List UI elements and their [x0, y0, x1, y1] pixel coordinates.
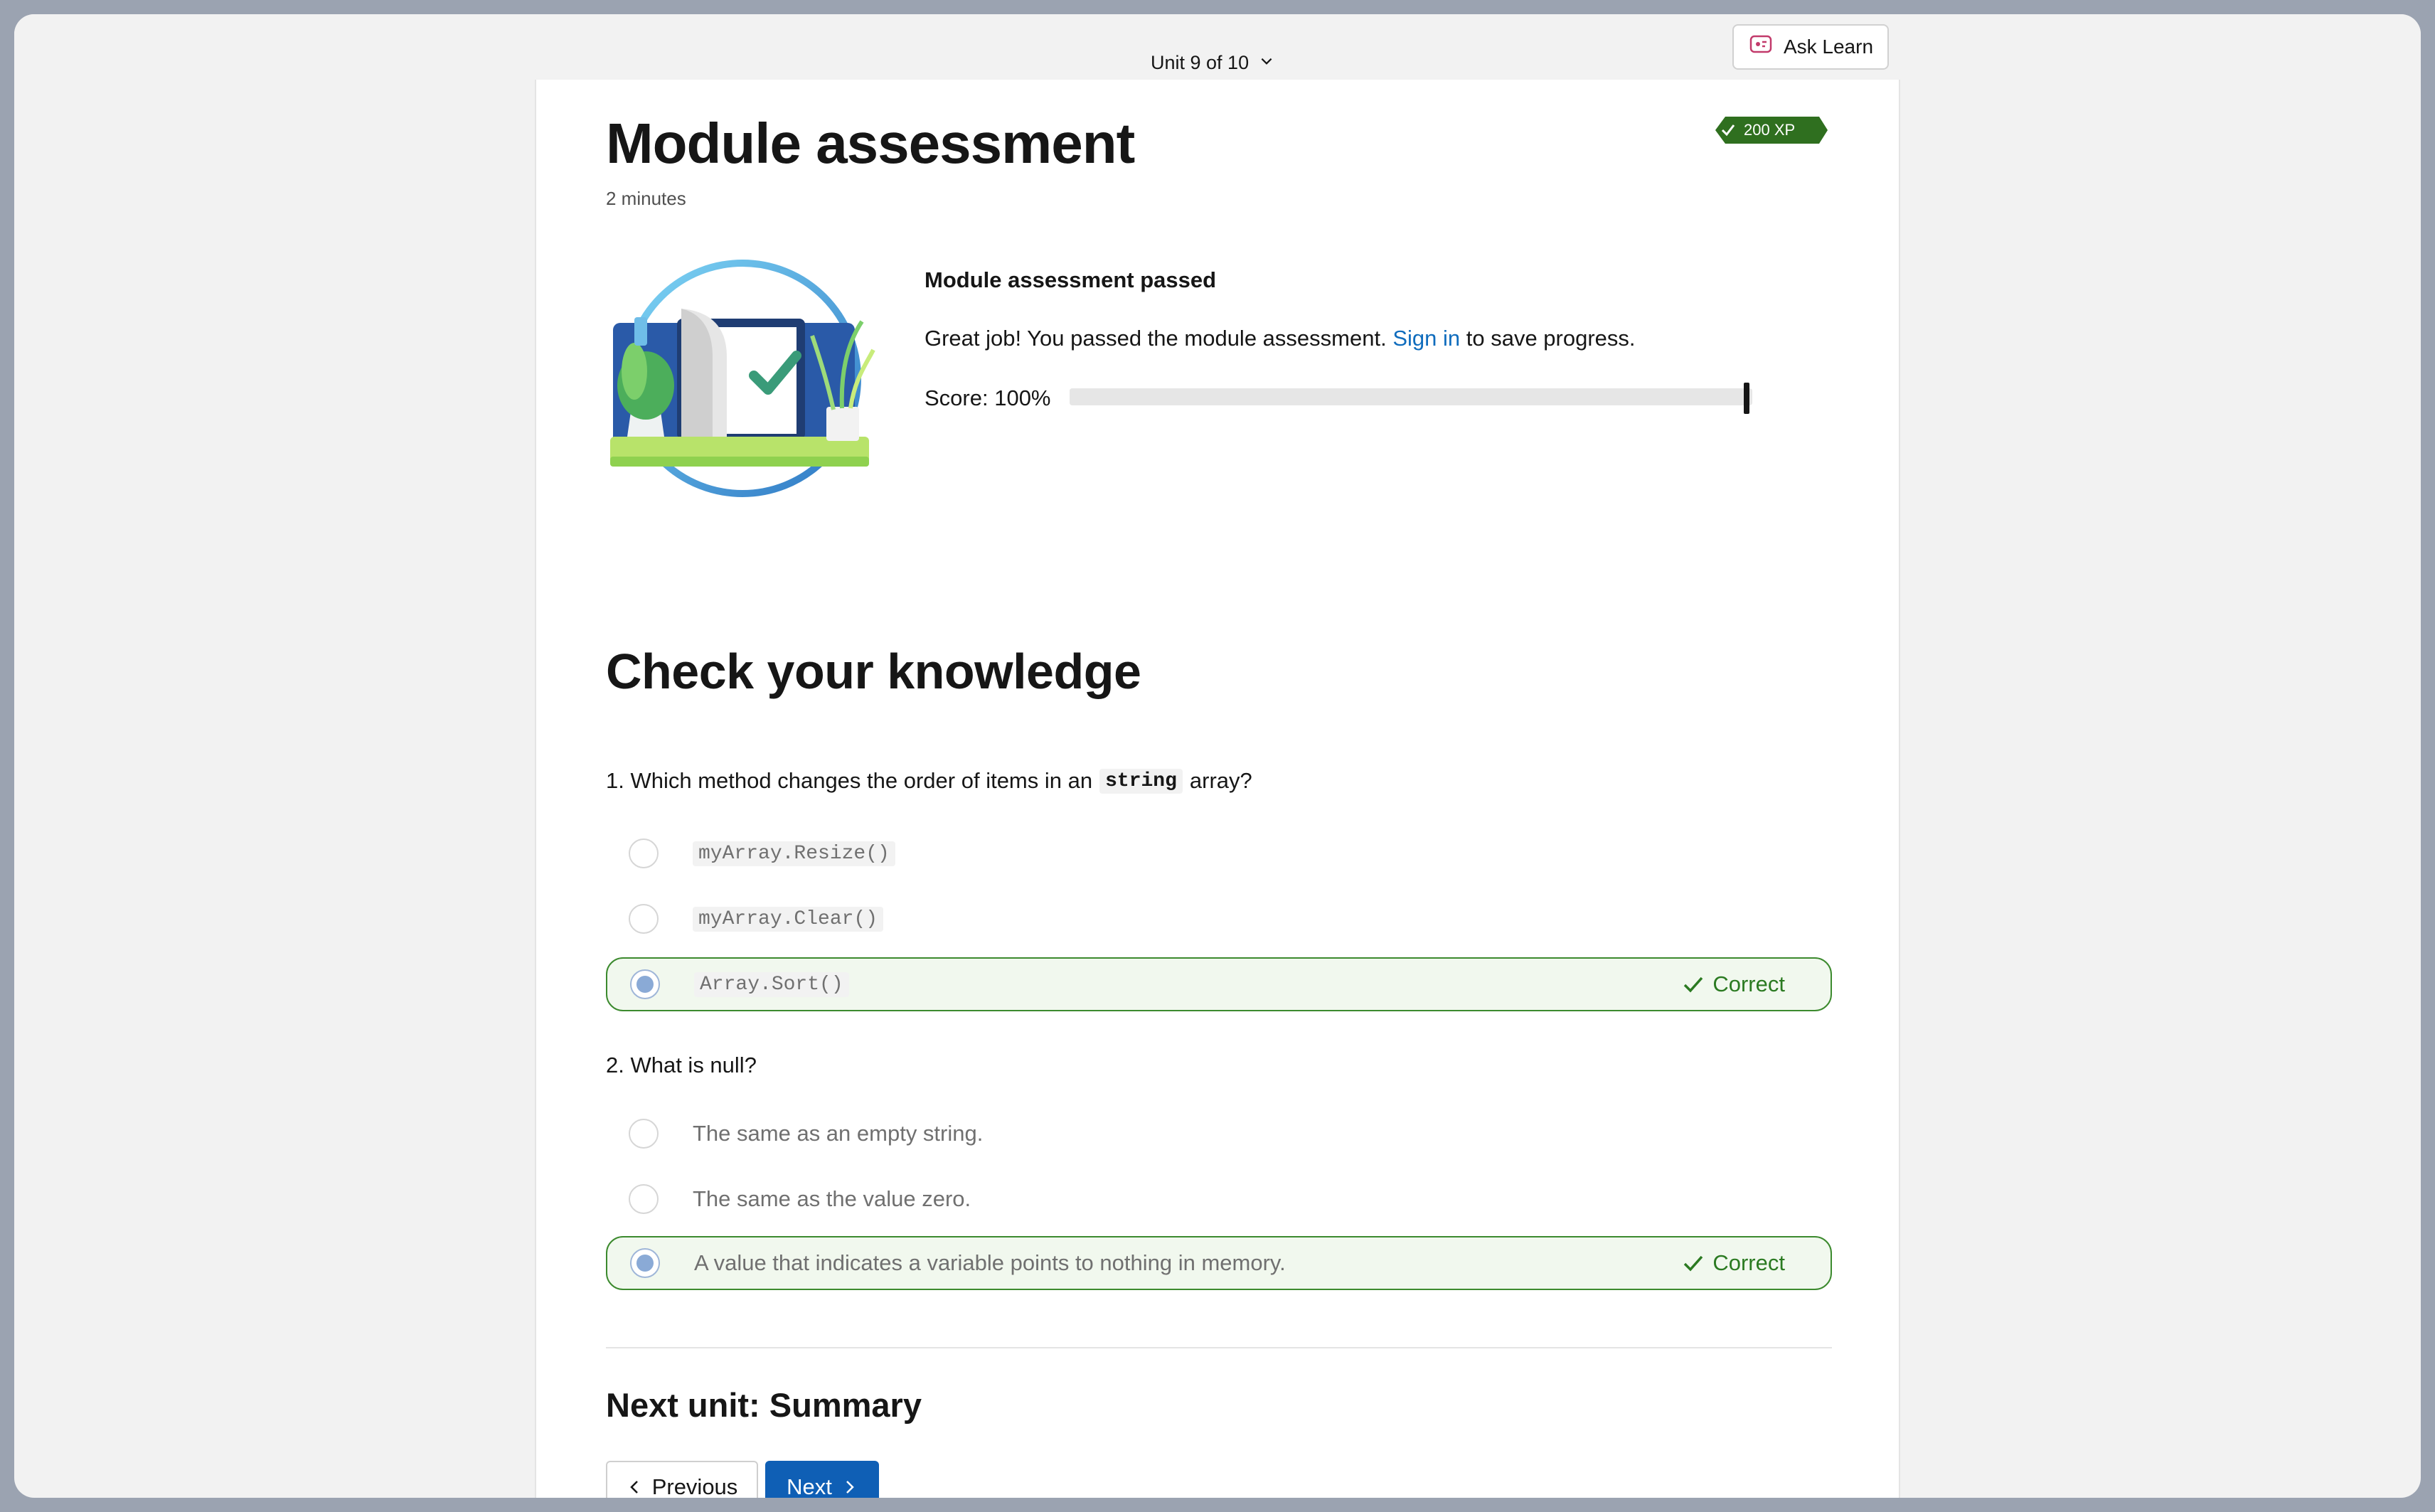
- xp-value: 200 XP: [1744, 121, 1796, 139]
- question-1-option-2[interactable]: myArray.Clear(): [606, 892, 1832, 946]
- radio-button[interactable]: [630, 969, 660, 999]
- score-progress-bar: [1070, 388, 1752, 405]
- copilot-icon: [1748, 32, 1774, 63]
- next-unit-title: Next unit: Summary: [606, 1386, 922, 1424]
- question-2-option-2[interactable]: The same as the value zero.: [606, 1172, 1832, 1226]
- question-1-code: string: [1099, 768, 1183, 794]
- divider: [606, 1347, 1832, 1348]
- ask-learn-button[interactable]: Ask Learn: [1732, 24, 1889, 70]
- question-1-option-1[interactable]: myArray.Resize(): [606, 826, 1832, 880]
- assessment-illustration: [606, 257, 876, 499]
- previous-button[interactable]: Previous: [606, 1461, 758, 1498]
- option-label: Array.Sort(): [694, 971, 849, 997]
- next-label: Next: [787, 1474, 832, 1498]
- unit-label: Unit 9 of 10: [1151, 51, 1250, 73]
- option-label: myArray.Resize(): [693, 841, 895, 866]
- option-label: The same as an empty string.: [693, 1121, 984, 1146]
- question-2-option-3[interactable]: A value that indicates a variable points…: [606, 1236, 1832, 1290]
- radio-button[interactable]: [630, 1248, 660, 1278]
- page-title: Module assessment: [606, 112, 1135, 175]
- result-title: Module assessment passed: [925, 267, 1217, 292]
- section-title: Check your knowledge: [606, 644, 1141, 699]
- sign-in-link[interactable]: Sign in: [1392, 326, 1460, 351]
- checkmark-icon: [1684, 1255, 1703, 1272]
- next-button[interactable]: Next: [765, 1461, 879, 1498]
- radio-button[interactable]: [629, 904, 659, 934]
- result-message-text: Great job! You passed the module assessm…: [925, 326, 1387, 351]
- score-marker: [1744, 383, 1749, 414]
- result-message: Great job! You passed the module assessm…: [925, 326, 1636, 351]
- result-message-suffix: to save progress.: [1466, 326, 1636, 351]
- ask-learn-label: Ask Learn: [1783, 36, 1874, 58]
- previous-label: Previous: [651, 1474, 738, 1498]
- browser-window: Unit 9 of 10 Ask Learn Module assessment…: [14, 14, 2421, 1498]
- score-label: Score: 100%: [925, 385, 1051, 410]
- correct-label: Correct: [1712, 1250, 1785, 1275]
- option-label: A value that indicates a variable points…: [694, 1250, 1286, 1275]
- option-label: myArray.Clear(): [693, 906, 884, 932]
- chevron-right-icon: [846, 1481, 854, 1494]
- main-content: Module assessment 2 minutes 200 XP Modul…: [535, 80, 1900, 1498]
- chevron-down-icon: [1259, 52, 1274, 74]
- xp-badge: 200 XP: [1715, 117, 1828, 144]
- score-progress-fill: [1070, 388, 1752, 405]
- question-2-text: 2. What is null?: [606, 1053, 757, 1077]
- correct-feedback: Correct: [1681, 971, 1785, 997]
- question-2-option-1[interactable]: The same as an empty string.: [606, 1107, 1832, 1161]
- question-1-suffix: array?: [1189, 768, 1252, 793]
- question-1: 1. Which method changes the order of ite…: [606, 768, 1252, 794]
- radio-button[interactable]: [629, 1119, 659, 1149]
- option-label: The same as the value zero.: [693, 1186, 971, 1211]
- radio-button[interactable]: [629, 838, 659, 868]
- correct-label: Correct: [1712, 971, 1785, 996]
- question-1-text: 1. Which method changes the order of ite…: [606, 768, 1093, 793]
- unit-selector[interactable]: Unit 9 of 10: [1151, 44, 1274, 81]
- radio-button[interactable]: [629, 1184, 659, 1214]
- duration-text: 2 minutes: [606, 188, 686, 209]
- chevron-left-icon: [629, 1481, 638, 1494]
- correct-feedback: Correct: [1681, 1250, 1785, 1276]
- question-2: 2. What is null?: [606, 1053, 757, 1078]
- question-1-option-3[interactable]: Array.Sort() Correct: [606, 957, 1832, 1011]
- checkmark-icon: [1684, 976, 1703, 993]
